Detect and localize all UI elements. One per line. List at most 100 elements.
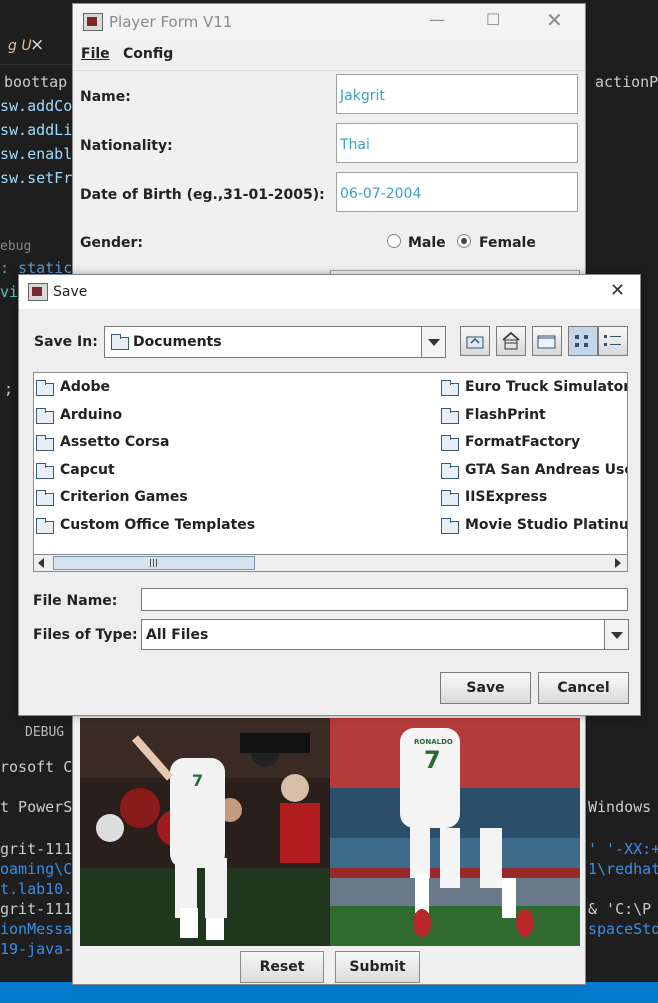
file-name: FlashPrint	[465, 407, 546, 423]
scroll-right-icon[interactable]	[615, 558, 621, 568]
chevron-down-icon[interactable]	[604, 620, 628, 649]
terminal-line: & 'C:\P	[588, 900, 652, 918]
gender-male-radio[interactable]	[387, 234, 401, 248]
save-in-select[interactable]: Documents	[104, 326, 446, 358]
java-app-icon	[83, 13, 103, 31]
grip-icon	[150, 559, 151, 567]
dob-label: Date of Birth (eg.,31-01-2005):	[80, 187, 325, 203]
terminal-line: rosoft Co	[0, 758, 82, 776]
close-icon[interactable]: ✕	[610, 280, 625, 301]
folder-icon	[36, 408, 54, 424]
menu-bar: File Config	[73, 40, 585, 71]
gender-male-label: Male	[408, 235, 446, 251]
new-folder-button[interactable]	[532, 326, 562, 356]
cancel-button[interactable]: Cancel	[538, 672, 629, 704]
save-button[interactable]: Save	[440, 672, 531, 704]
name-field[interactable]: Jakgrit	[336, 74, 578, 114]
file-name: GTA San Andreas User	[465, 462, 628, 478]
name-label: Name:	[80, 89, 131, 105]
divider	[0, 64, 72, 65]
horizontal-scrollbar[interactable]	[33, 554, 628, 572]
dialog-title: Save	[53, 284, 88, 300]
folder-icon	[441, 463, 459, 479]
folder-icon	[441, 490, 459, 506]
files-of-type-label: Files of Type:	[33, 627, 138, 643]
scroll-thumb[interactable]	[53, 556, 255, 570]
files-of-type-select[interactable]: All Files	[141, 619, 629, 650]
editor-tab[interactable]: g U ×	[0, 30, 72, 64]
player-photo-left: 7	[80, 718, 330, 946]
folder-icon	[441, 380, 459, 396]
status-bar	[0, 982, 658, 1003]
file-name: Criterion Games	[60, 489, 188, 505]
list-view-button[interactable]	[568, 326, 598, 356]
terminal-line: 19-java-	[0, 940, 73, 958]
chevron-down-icon[interactable]	[421, 327, 445, 357]
folder-icon	[36, 435, 54, 451]
file-name: IISExpress	[465, 489, 548, 505]
folder-icon	[441, 518, 459, 534]
dialog-title-bar: Save ✕	[19, 275, 640, 309]
dob-field[interactable]: 06-07-2004	[336, 172, 578, 212]
folder-icon	[111, 334, 129, 350]
player-photo-right: RONALDO 7	[330, 718, 580, 946]
jersey-number-left: 7	[192, 771, 203, 790]
terminal-line: grit-1119	[0, 900, 82, 918]
terminal-line: ' '-XX:+	[588, 840, 658, 858]
terminal-line: ionMessag	[0, 920, 82, 938]
home-button[interactable]	[496, 326, 526, 356]
code-line: sw.addLis	[0, 121, 82, 139]
code-line: ;	[4, 380, 14, 398]
menu-file[interactable]: File	[81, 46, 110, 62]
file-name: Movie Studio Platinum	[465, 517, 628, 533]
file-list[interactable]: Adobe Arduino Assetto Corsa Capcut Crite…	[33, 372, 628, 555]
nationality-field[interactable]: Thai	[336, 123, 578, 163]
reset-button[interactable]: Reset	[240, 951, 324, 983]
menu-config[interactable]: Config	[123, 46, 173, 62]
terminal-line: oaming\Co	[0, 860, 82, 878]
folder-icon	[441, 435, 459, 451]
window-title-bar: Player Form V11 — ☐ ✕	[73, 4, 585, 40]
submit-button[interactable]: Submit	[335, 951, 420, 983]
file-name: Custom Office Templates	[60, 517, 256, 533]
terminal-line: t PowerSh	[0, 798, 82, 816]
close-icon[interactable]: ✕	[546, 8, 563, 32]
close-icon[interactable]: ×	[30, 35, 44, 55]
terminal-line: t.lab10.	[0, 880, 73, 898]
file-name: Capcut	[60, 462, 115, 478]
save-in-label: Save In:	[34, 334, 98, 350]
java-app-icon	[28, 283, 48, 301]
terminal-line: Windows	[588, 798, 652, 816]
gender-label: Gender:	[80, 235, 143, 251]
maximize-icon[interactable]: ☐	[486, 10, 500, 29]
save-dialog: Save ✕ Save In: Documents Adobe Arduino …	[18, 274, 641, 716]
terminal-line: 1\redhat	[588, 860, 658, 878]
code-line: sw.setFra	[0, 169, 82, 187]
file-name-label: File Name:	[33, 593, 118, 609]
breadcrumb-right: actionPe	[595, 73, 658, 91]
folder-icon	[441, 408, 459, 424]
nationality-label: Nationality:	[80, 138, 173, 154]
code-line: sw.addCo	[0, 97, 73, 115]
file-name: Adobe	[60, 379, 110, 395]
terminal-line: spaceSto	[588, 920, 658, 938]
window-title: Player Form V11	[109, 13, 233, 31]
editor-tab-label: g U	[8, 38, 32, 54]
file-name: FormatFactory	[465, 434, 581, 450]
breadcrumb: boottap	[4, 73, 68, 91]
minimize-icon[interactable]: —	[429, 10, 445, 29]
gender-female-label: Female	[479, 235, 536, 251]
folder-icon	[36, 380, 54, 396]
details-view-button[interactable]	[598, 326, 628, 356]
debug-label: ebug	[0, 239, 32, 254]
terminal-line: grit-1119	[0, 840, 82, 858]
jersey-number-right: 7	[424, 746, 441, 774]
folder-icon	[36, 518, 54, 534]
file-name-input[interactable]	[141, 588, 628, 611]
scroll-left-icon[interactable]	[38, 558, 44, 568]
folder-icon	[36, 463, 54, 479]
up-one-level-button[interactable]	[460, 326, 490, 356]
code-line: sw.enable	[0, 145, 82, 163]
save-in-value: Documents	[133, 334, 222, 350]
gender-female-radio[interactable]	[457, 234, 471, 248]
